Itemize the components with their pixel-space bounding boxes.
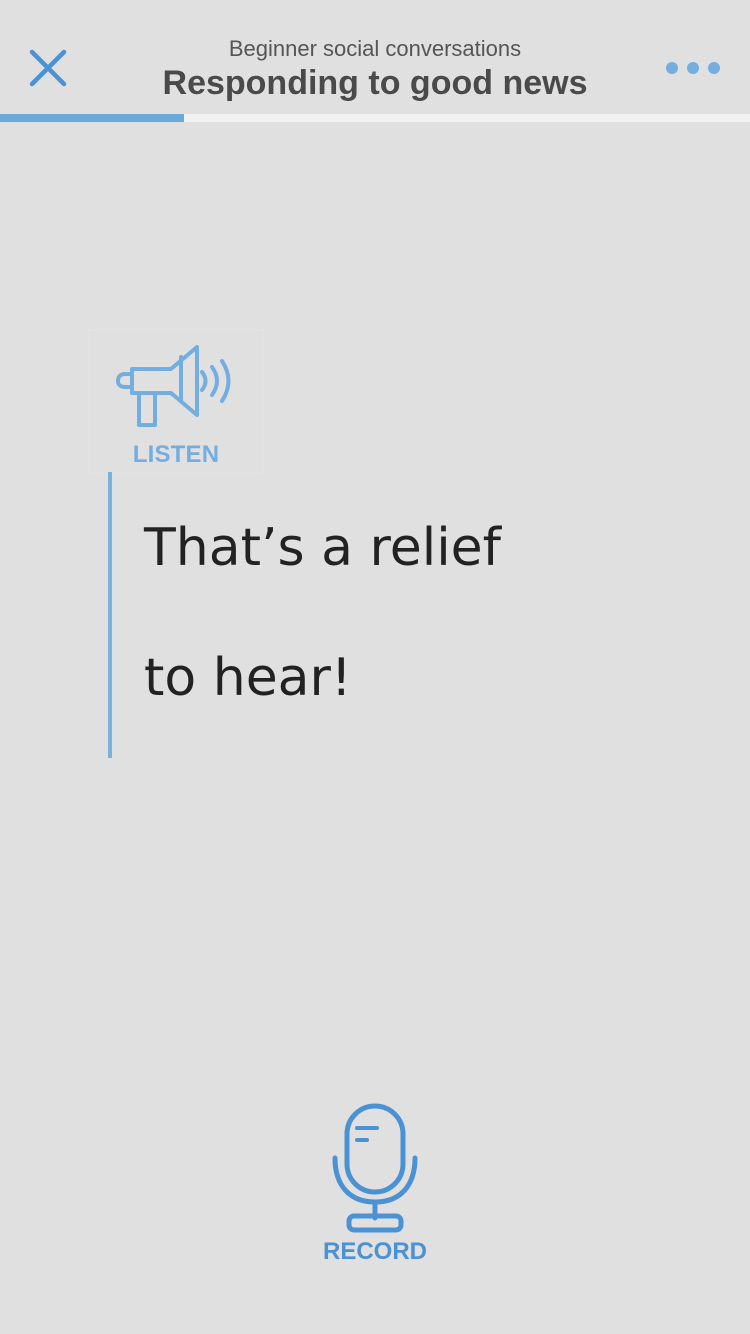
record-label: RECORD bbox=[322, 1238, 427, 1265]
lesson-progress-bar bbox=[0, 114, 750, 122]
more-icon bbox=[666, 62, 720, 74]
header-title-group: Beginner social conversations Responding… bbox=[120, 36, 630, 104]
listen-button[interactable]: LISTEN bbox=[88, 329, 264, 474]
phrase-line-2: to hear! bbox=[144, 648, 352, 708]
listen-label: LISTEN bbox=[132, 441, 220, 468]
lesson-progress-fill bbox=[0, 114, 184, 122]
page-title: Responding to good news bbox=[162, 64, 588, 102]
close-button[interactable] bbox=[22, 42, 74, 94]
megaphone-icon bbox=[116, 345, 231, 427]
microphone-icon bbox=[332, 1103, 418, 1233]
more-options-button[interactable] bbox=[662, 52, 724, 84]
course-subtitle: Beginner social conversations bbox=[228, 36, 522, 61]
phrase-line-1: That’s a relief bbox=[144, 518, 501, 578]
close-icon bbox=[29, 49, 67, 87]
phrase-card: That’s a relief to hear! bbox=[108, 472, 628, 758]
header: Beginner social conversations Responding… bbox=[0, 0, 750, 122]
